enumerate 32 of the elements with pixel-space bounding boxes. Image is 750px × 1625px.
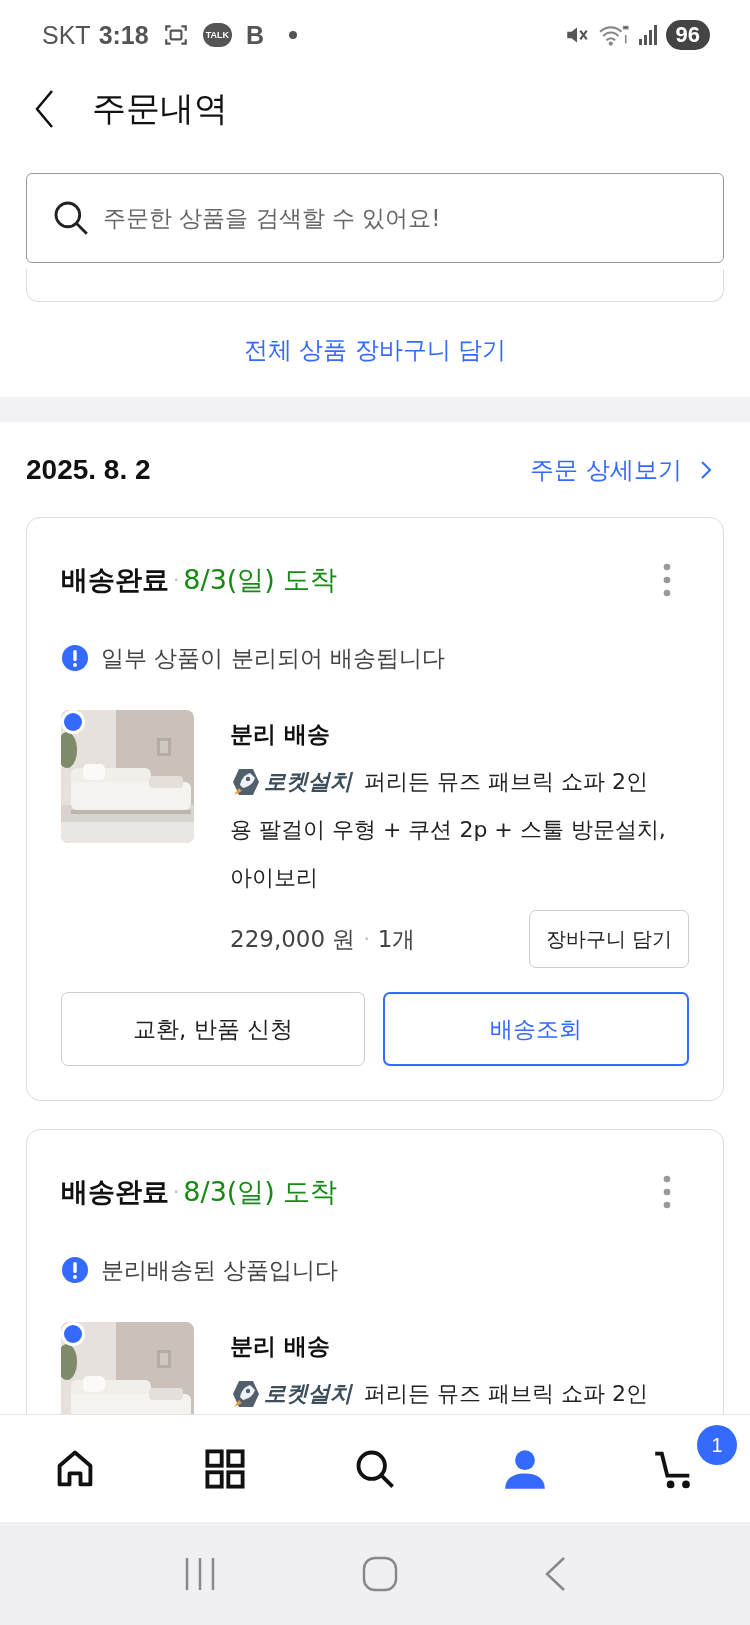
tracking-button[interactable]: 배송조회	[383, 992, 689, 1066]
delivery-status: 배송완료	[61, 563, 169, 597]
arrival-date: 8/3(일) 도착	[183, 563, 338, 597]
add-all-to-cart-link[interactable]: 전체 상품 장바구니 담기	[243, 333, 507, 366]
shipment-title: 분리 배송	[230, 1332, 331, 1361]
order-detail-link[interactable]: 주문 상세보기	[530, 453, 682, 486]
page-title: 주문내역	[92, 87, 228, 130]
add-to-cart-button[interactable]: 장바구니 담기	[528, 910, 689, 968]
return-request-button[interactable]: 교환, 반품 신청	[61, 992, 365, 1066]
product-price: 229,000 원	[230, 924, 356, 954]
chat-app-icon: TALK	[202, 23, 232, 47]
clock-time: 3:18	[98, 20, 149, 50]
delivery-badge-label: 로켓설치	[264, 768, 352, 796]
separator-dot: ·	[173, 568, 180, 592]
app-letter-icon: B	[246, 20, 265, 50]
order-date: 2025. 8. 2	[26, 453, 151, 486]
battery-level: 96	[665, 20, 710, 50]
notice-text: 일부 상품이 분리되어 배송됩니다	[101, 643, 445, 673]
arrival-date: 8/3(일) 도착	[183, 1175, 338, 1209]
delivery-badge-label: 로켓설치	[264, 1380, 352, 1408]
count-badge: 1	[697, 1425, 737, 1465]
product-quantity: 1개	[377, 924, 416, 954]
delivery-status: 배송완료	[61, 1175, 169, 1209]
search-field[interactable]: 주문한 상품을 검색할 수 있어요!	[26, 173, 724, 263]
shipment-title: 분리 배송	[230, 720, 331, 749]
product-name: 용 팔걸이 우형 + 쿠션 2p + 스툴 방문설치, 아이보리	[230, 816, 667, 892]
carrier-text: SKT	[42, 20, 91, 50]
separator-dot: ·	[173, 1180, 180, 1204]
product-name: 퍼리든 뮤즈 패브릭 쇼파 2인	[364, 1380, 648, 1408]
separator-dot: ·	[363, 927, 370, 951]
notice-text: 분리배송된 상품입니다	[101, 1255, 339, 1285]
product-name: 퍼리든 뮤즈 패브릭 쇼파 2인	[364, 768, 648, 796]
